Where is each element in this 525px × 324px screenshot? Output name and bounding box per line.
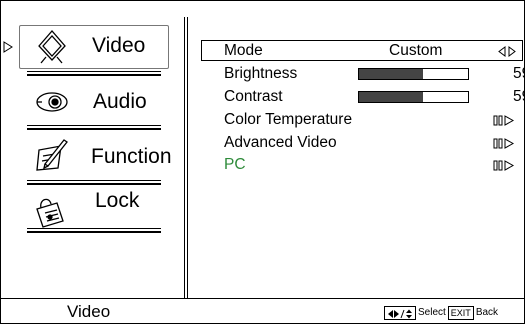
setting-label: Mode [224, 42, 263, 59]
setting-label: Advanced Video [224, 134, 337, 151]
setting-mode[interactable]: Mode Custom [224, 40, 519, 62]
menu-item-video[interactable]: Video [1, 25, 186, 69]
status-title: Video [67, 302, 111, 321]
enter-submenu-icon[interactable] [493, 160, 515, 171]
back-hint: Back [475, 307, 499, 318]
setting-pc[interactable]: PC [224, 154, 519, 176]
menu-item-label: Lock [95, 189, 140, 212]
exit-key[interactable]: EXIT [447, 306, 474, 320]
setting-label: PC [224, 156, 246, 173]
pencil-icon [36, 139, 68, 171]
nav-keys-hint [384, 306, 416, 320]
setting-brightness[interactable]: Brightness 59 [224, 63, 525, 85]
video-icon [38, 30, 66, 64]
lock-icon [36, 198, 64, 228]
menu-divider [27, 125, 161, 130]
brightness-value: 59 [513, 65, 525, 82]
menu-divider [27, 228, 161, 233]
brightness-slider[interactable] [358, 68, 469, 80]
setting-label: Contrast [224, 88, 283, 105]
menu-divider [27, 71, 161, 76]
setting-advanced-video[interactable]: Advanced Video [224, 132, 519, 154]
key-help: Select EXIT Back [384, 306, 498, 322]
menu-item-audio[interactable]: Audio [1, 80, 186, 124]
menu-item-label: Video [92, 34, 146, 57]
setting-color-temperature[interactable]: Color Temperature [224, 109, 519, 131]
brightness-slider-fill [359, 69, 424, 79]
menu-item-label: Audio [93, 90, 147, 113]
left-right-arrows-icon[interactable] [498, 46, 516, 57]
select-hint: Select [418, 307, 446, 318]
contrast-value: 59 [513, 88, 525, 105]
selection-arrow-icon [3, 41, 13, 53]
menu-item-function[interactable]: Function [1, 134, 186, 178]
osd-menu: Video Audio Function Lock Mode Custom Br… [0, 0, 525, 324]
setting-label: Color Temperature [224, 111, 353, 128]
panel-separator [184, 17, 188, 299]
nav-arrows-icon [388, 309, 412, 319]
speaker-icon [36, 92, 68, 112]
menu-divider [27, 180, 161, 185]
category-menu: Video Audio Function Lock [1, 1, 186, 299]
enter-submenu-icon[interactable] [493, 138, 515, 149]
contrast-slider-fill [359, 92, 424, 102]
enter-submenu-icon[interactable] [493, 115, 515, 126]
menu-item-lock[interactable]: Lock [1, 189, 186, 233]
settings-panel: Mode Custom Brightness 59 Contrast 59 [191, 1, 525, 299]
contrast-slider[interactable] [358, 91, 469, 103]
menu-item-label: Function [91, 145, 172, 168]
setting-label: Brightness [224, 65, 298, 82]
status-bar: Video Select EXIT Back [1, 298, 525, 324]
setting-contrast[interactable]: Contrast 59 [224, 86, 525, 108]
mode-value: Custom [389, 42, 443, 59]
